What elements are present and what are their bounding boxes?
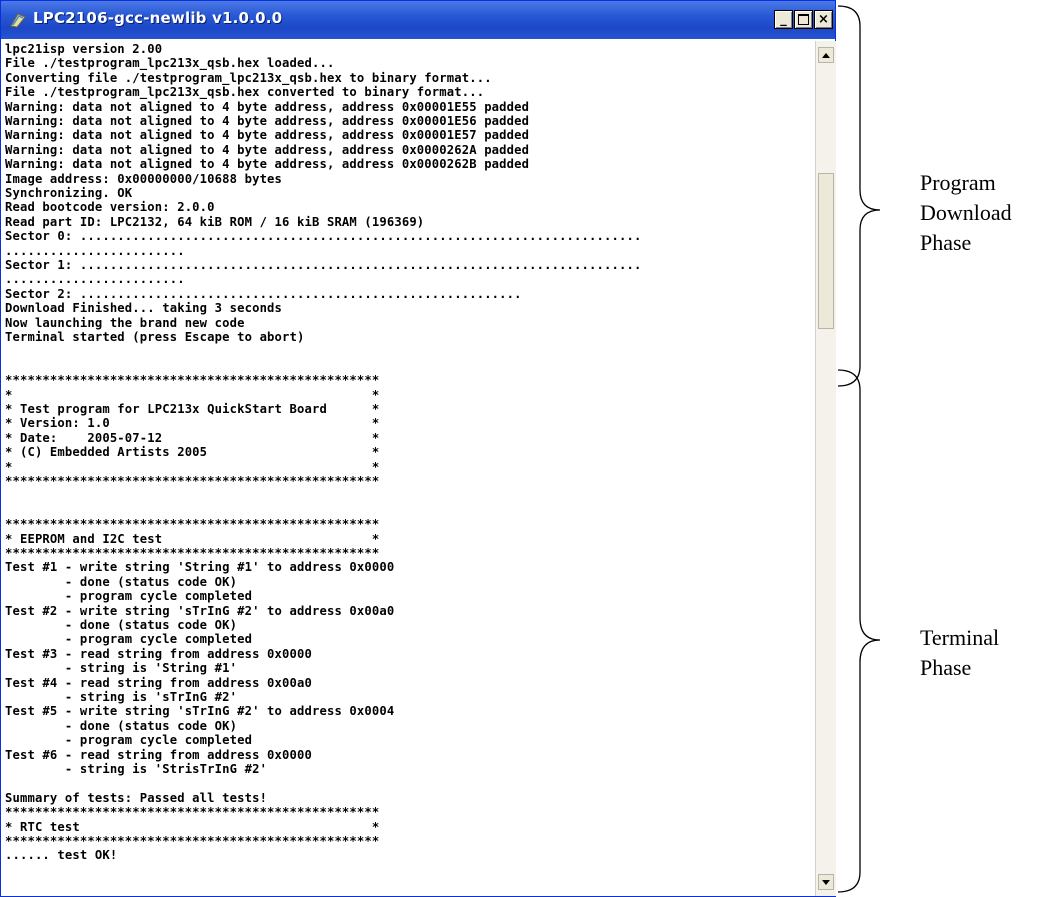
- console-line: Converting file ./testprogram_lpc213x_qs…: [5, 70, 492, 85]
- scroll-up-button[interactable]: [818, 47, 834, 63]
- console-line: Terminal started (press Escape to abort): [5, 330, 305, 344]
- maximize-button[interactable]: [794, 10, 813, 29]
- console-line: - done (status code OK): [5, 618, 238, 632]
- console-line: ...... test OK!: [5, 848, 118, 863]
- scroll-thumb[interactable]: [818, 173, 834, 329]
- console-line: - done (status code OK): [5, 574, 238, 589]
- terminal-phase-label: Terminal Phase: [920, 623, 999, 683]
- terminal-brace: [838, 369, 881, 893]
- console-line: ........................: [5, 272, 185, 287]
- label-line: Download: [920, 200, 1012, 225]
- console-line: * Test program for LPC213x QuickStart Bo…: [5, 402, 380, 416]
- console-line: Sector 2: ..............................…: [5, 286, 522, 301]
- phase-braces: [838, 5, 881, 893]
- console-line: Image address: 0x00000000/10688 bytes: [5, 171, 283, 186]
- app-icon: [10, 13, 26, 28]
- console-line: Warning: data not aligned to 4 byte addr…: [5, 114, 530, 128]
- console-line: - program cycle completed: [5, 632, 253, 647]
- vertical-scrollbar[interactable]: [815, 41, 836, 896]
- console-line: Sector 1: ..............................…: [5, 258, 642, 272]
- console-line: * (C) Embedded Artists 2005 *: [5, 445, 380, 460]
- console-line: Warning: data not aligned to 4 byte addr…: [5, 142, 530, 157]
- console-line: Read bootcode version: 2.0.0: [5, 200, 215, 215]
- maximize-icon: [798, 14, 809, 25]
- minimize-button[interactable]: _: [774, 10, 793, 29]
- console-line: Synchronizing. OK: [5, 186, 133, 200]
- minimize-icon: _: [780, 12, 787, 27]
- console-line: * RTC test *: [5, 819, 380, 834]
- console-line: ****************************************…: [5, 517, 380, 532]
- console-line: - string is 'StrisTrInG #2': [5, 762, 268, 776]
- console-line: Test #1 - write string 'String #1' to ad…: [5, 560, 395, 575]
- console-line: Test #6 - read string from address 0x000…: [5, 747, 312, 762]
- label-line: Program: [920, 170, 996, 195]
- console-line: - done (status code OK): [5, 718, 238, 733]
- console-line: Warning: data not aligned to 4 byte addr…: [5, 99, 530, 114]
- window-title: LPC2106-gcc-newlib v1.0.0.0: [33, 9, 283, 27]
- console-line: * *: [5, 387, 380, 402]
- console-line: * *: [5, 459, 380, 474]
- label-line: Terminal: [920, 625, 1000, 650]
- console-line: * EEPROM and I2C test *: [5, 531, 380, 546]
- console-line: Test #4 - read string from address 0x00a…: [5, 675, 312, 690]
- console-line: Sector 0: ..............................…: [5, 229, 642, 244]
- console-line: Warning: data not aligned to 4 byte addr…: [5, 157, 530, 172]
- console-output[interactable]: lpc21isp version 2.00 File ./testprogram_…: [3, 41, 813, 896]
- console-line: - string is 'String #1': [5, 661, 238, 676]
- program-download-phase-label: Program Download Phase: [920, 168, 1012, 258]
- console-line: - program cycle completed: [5, 589, 253, 604]
- console-line: Test #5 - write string 'sTrInG #2' to ad…: [5, 704, 395, 719]
- arrow-up-icon: [822, 52, 830, 58]
- console-line: * Version: 1.0 *: [5, 416, 380, 431]
- console-line: File ./testprogram_lpc213x_qsb.hex conve…: [5, 85, 485, 100]
- console-line: - string is 'sTrInG #2': [5, 690, 238, 704]
- console-line: ****************************************…: [5, 546, 380, 560]
- close-icon: ×: [818, 12, 829, 27]
- console-line: Test #2 - write string 'sTrInG #2' to ad…: [5, 603, 395, 618]
- console-line: ****************************************…: [5, 373, 380, 388]
- close-button[interactable]: ×: [814, 10, 833, 29]
- label-line: Phase: [920, 230, 972, 255]
- phase-annotations: Program Download Phase Terminal Phase: [838, 0, 1045, 897]
- console-line: lpc21isp version 2.00: [5, 42, 163, 56]
- arrow-down-icon: [822, 879, 830, 885]
- console-line: ........................: [5, 243, 185, 258]
- console-line: Read part ID: LPC2132, 64 kiB ROM / 16 k…: [5, 214, 425, 229]
- label-line: Phase: [920, 655, 972, 680]
- console-line: Test #3 - read string from address 0x000…: [5, 646, 312, 661]
- console-line: File ./testprogram_lpc213x_qsb.hex loade…: [5, 56, 335, 71]
- title-bar[interactable]: LPC2106-gcc-newlib v1.0.0.0 _ ×: [1, 1, 835, 39]
- program-download-brace: [838, 5, 881, 387]
- console-line: * Date: 2005-07-12 *: [5, 430, 380, 445]
- console-line: Download Finished... taking 3 seconds: [5, 301, 283, 316]
- scroll-down-button[interactable]: [818, 874, 834, 890]
- console-line: - program cycle completed: [5, 733, 253, 748]
- console-line: Now launching the brand new code: [5, 315, 245, 330]
- console-line: ****************************************…: [5, 805, 380, 820]
- console-line: ****************************************…: [5, 834, 380, 848]
- console-line: Warning: data not aligned to 4 byte addr…: [5, 128, 530, 143]
- console-line: Summary of tests: Passed all tests!: [5, 790, 268, 805]
- terminal-window: LPC2106-gcc-newlib v1.0.0.0 _ × lpc21isp…: [0, 0, 836, 897]
- console-line: ****************************************…: [5, 474, 380, 488]
